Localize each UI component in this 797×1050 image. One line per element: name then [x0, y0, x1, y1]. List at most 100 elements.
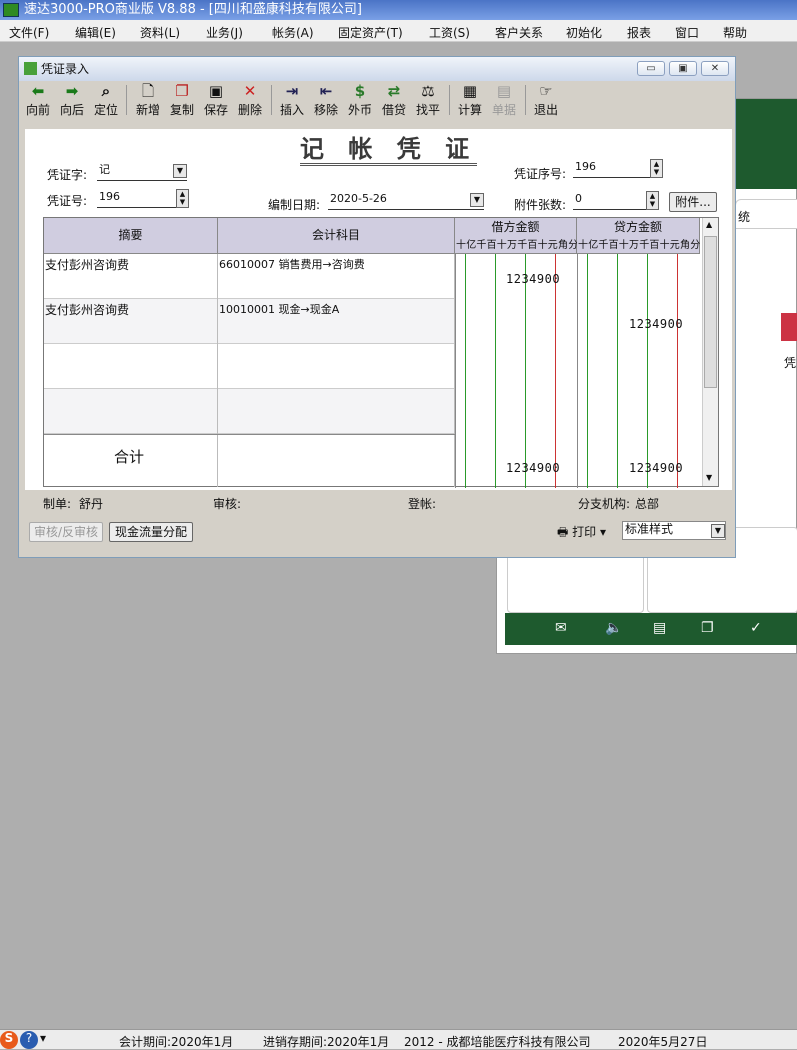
column-divider [577, 254, 578, 488]
no-stepper-icon[interactable]: ▲ ▼ [176, 189, 189, 208]
menu-file[interactable]: 文件(F) [9, 24, 49, 41]
arrow-left-icon: ⬅ [31, 82, 45, 100]
audit-toggle-button[interactable]: 审核/反审核 [29, 522, 103, 542]
debit-credit-button[interactable]: ⇄ 借贷 [377, 81, 411, 119]
total-row [44, 434, 455, 487]
print-label: 打印 [572, 525, 597, 539]
scroll-down-icon[interactable]: ▼ [706, 473, 712, 482]
check-icon[interactable]: ✓ [750, 620, 762, 636]
menu-crm[interactable]: 客户关系 [495, 24, 543, 41]
add-button[interactable]: 🗋 新增 [131, 81, 165, 119]
background-tab[interactable]: 统 [735, 199, 797, 229]
total-label: 合计 [114, 448, 145, 466]
print-button[interactable]: 🖶 打印 ▾ [557, 523, 606, 544]
column-divider [647, 254, 648, 488]
row-summary[interactable]: 支付彭州咨询费 [44, 299, 218, 344]
menu-data[interactable]: 资料(L) [140, 24, 180, 41]
menu-fixed-assets[interactable]: 固定资产(T) [338, 24, 403, 41]
voucher-type-select[interactable]: 记 ▼ [97, 162, 187, 181]
attachment-count-field[interactable]: 0 ▲ ▼ [573, 191, 659, 210]
save-icon: ▣ [208, 82, 224, 100]
document-button[interactable]: ▤ 单据 [487, 81, 521, 119]
voucher-window-icon [24, 62, 37, 75]
next-button[interactable]: ➡ 向后 [55, 81, 89, 119]
grid-scrollbar[interactable]: ▲ ▼ [702, 218, 718, 486]
row-account[interactable] [218, 389, 455, 434]
row-account[interactable]: 66010007 销售费用→咨询费 [218, 254, 455, 299]
column-divider [617, 254, 618, 488]
maximize-button[interactable]: ▣ [669, 61, 697, 76]
exit-button[interactable]: ☞ 退出 [529, 81, 563, 119]
seq-stepper-icon[interactable]: ▲ ▼ [650, 159, 663, 178]
branch-label: 分支机构: [578, 497, 631, 511]
header-credit-label: 贷方金额 [613, 220, 662, 234]
help-icon[interactable]: ? [20, 1031, 38, 1049]
copy-icon[interactable]: ❐ [701, 620, 714, 636]
print-style-select[interactable]: 标准样式 ▼ [622, 521, 726, 540]
menu-init[interactable]: 初始化 [566, 24, 602, 41]
header-account: 会计科目 [218, 218, 455, 254]
menu-edit[interactable]: 编辑(E) [75, 24, 116, 41]
scroll-up-icon[interactable]: ▲ [706, 220, 712, 229]
row-account[interactable]: 10010001 现金→现金A [218, 299, 455, 344]
attach-stepper-icon[interactable]: ▲ ▼ [646, 191, 659, 210]
foreign-currency-button[interactable]: $ 外币 [343, 81, 377, 119]
delete-button[interactable]: ✕ 删除 [233, 81, 267, 119]
new-document-icon: 🗋 [141, 82, 155, 100]
voucher-seq-field[interactable]: 196 ▲ ▼ [573, 159, 663, 178]
chevron-down-icon[interactable]: ▼ [173, 164, 187, 178]
prev-button[interactable]: ⬅ 向前 [21, 81, 55, 119]
voucher-type-label: 凭证字: [47, 168, 88, 182]
print-style-value: 标准样式 [625, 522, 674, 536]
calendar-dropdown-icon[interactable]: ▼ [470, 193, 484, 207]
attachment-button[interactable]: 附件... [669, 192, 717, 212]
table-row[interactable] [44, 344, 455, 389]
balance-button[interactable]: ⚖ 找平 [411, 81, 445, 119]
status-company: 2012 - 成都培能医疗科技有限公司 [404, 1035, 591, 1049]
column-divider [455, 254, 456, 488]
close-button[interactable]: ✕ [701, 61, 729, 76]
remove-row-button[interactable]: ⇤ 移除 [309, 81, 343, 119]
chevron-down-icon: ▾ [600, 525, 607, 539]
menu-help[interactable]: 帮助 [723, 24, 747, 41]
calculator-button[interactable]: ▦ 计算 [453, 81, 487, 119]
row-summary[interactable] [44, 389, 218, 434]
locate-button[interactable]: ⌕ 定位 [89, 81, 123, 119]
total-account-cell [218, 435, 455, 487]
document-icon: ▤ [496, 82, 512, 100]
row-account[interactable] [218, 344, 455, 389]
voucher-no-field[interactable]: 196 ▲ ▼ [97, 189, 189, 208]
locate-icon: ⌕ [101, 82, 111, 100]
mail-icon[interactable]: ✉ [555, 620, 567, 636]
menu-payroll[interactable]: 工资(S) [429, 24, 470, 41]
copy-button[interactable]: ❐ 复制 [165, 81, 199, 119]
table-row[interactable] [44, 389, 455, 434]
menu-business[interactable]: 业务(J) [206, 24, 243, 41]
book-icon[interactable]: ▤ [653, 620, 666, 636]
column-divider [677, 254, 678, 488]
row-credit-amount[interactable]: 1234900 [629, 317, 683, 331]
voucher-date-select[interactable]: 2020-5-26 ▼ [328, 191, 484, 210]
row-debit-amount[interactable]: 1234900 [506, 272, 560, 286]
sogou-input-icon[interactable]: S [0, 1031, 18, 1049]
tray-menu-icon[interactable]: ▾ [40, 1031, 46, 1045]
menu-accounts[interactable]: 帐务(A) [272, 24, 314, 41]
save-button[interactable]: ▣ 保存 [199, 81, 233, 119]
insert-row-button[interactable]: ⇥ 插入 [275, 81, 309, 119]
voucher-date-value: 2020-5-26 [330, 192, 387, 205]
chevron-down-icon[interactable]: ▼ [711, 524, 725, 538]
scrollbar-thumb[interactable] [704, 236, 717, 388]
row-summary[interactable] [44, 344, 218, 389]
cashflow-allocation-button[interactable]: 现金流量分配 [109, 522, 193, 542]
toolbar-divider [449, 85, 450, 115]
table-row[interactable]: 支付彭州咨询费 66010007 销售费用→咨询费 [44, 254, 455, 299]
row-summary[interactable]: 支付彭州咨询费 [44, 254, 218, 299]
table-row[interactable]: 支付彭州咨询费 10010001 现金→现金A [44, 299, 455, 344]
app-logo-icon [3, 3, 19, 17]
menu-window[interactable]: 窗口 [675, 24, 699, 41]
menu-reports[interactable]: 报表 [627, 24, 651, 41]
minimize-button[interactable]: ▭ [637, 61, 665, 76]
column-divider [525, 254, 526, 488]
speaker-icon[interactable]: 🔈 [605, 620, 622, 636]
copy-document-icon: ❐ [175, 82, 189, 100]
